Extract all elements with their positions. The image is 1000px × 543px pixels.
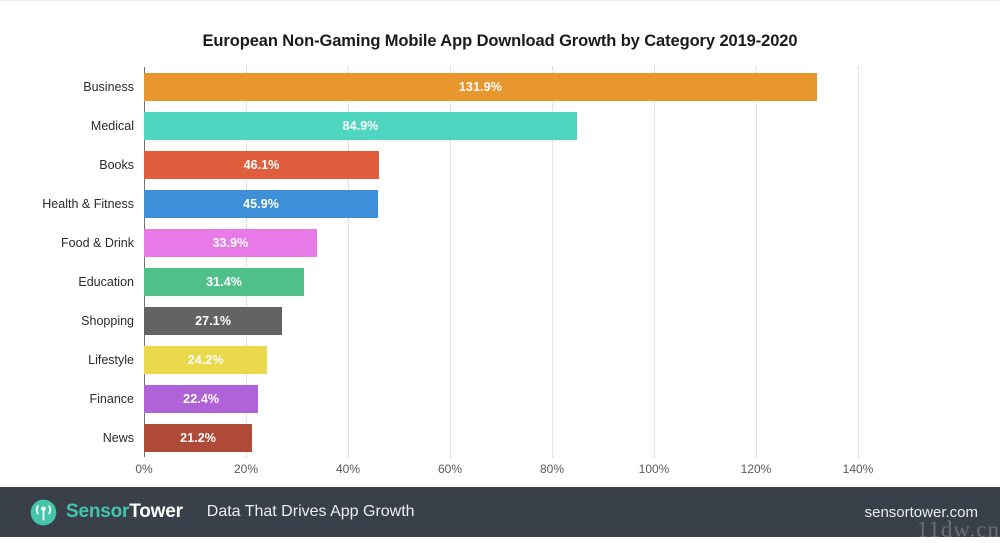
brand-name-first: Sensor: [66, 501, 130, 522]
bar: 27.1%: [144, 306, 283, 335]
category-axis: Business Medical Books Health & Fitness Food…: [0, 67, 134, 457]
bar-row: 45.9%: [144, 189, 858, 218]
bar: 24.2%: [144, 345, 268, 374]
bar: 31.4%: [144, 267, 305, 296]
x-tick-label: 20%: [233, 462, 259, 476]
bar-row: 24.2%: [144, 345, 858, 374]
bar: 33.9%: [144, 228, 317, 257]
bar: 22.4%: [144, 384, 259, 413]
bar-value-label: 21.2%: [180, 430, 217, 445]
chart-title: European Non-Gaming Mobile App Download …: [202, 32, 798, 50]
category-label: News: [102, 430, 134, 445]
watermark: 11dw.cn: [916, 517, 1000, 542]
bar-value-label: 31.4%: [206, 274, 243, 289]
value-axis: 0% 20% 40% 60% 80% 100% 120% 140%: [135, 462, 873, 482]
bar-row: 21.2%: [144, 423, 858, 452]
bar-row: 84.9%: [144, 111, 858, 140]
category-label: Finance: [89, 391, 134, 406]
bar-value-label: 27.1%: [195, 313, 232, 328]
bar-value-label: 84.9%: [342, 118, 379, 133]
category-label: Health & Fitness: [42, 196, 134, 211]
category-label: Business: [83, 79, 134, 94]
bar-row: 31.4%: [144, 267, 858, 296]
category-label: Lifestyle: [88, 352, 134, 367]
bar-value-label: 45.9%: [243, 196, 280, 211]
bar: 21.2%: [144, 423, 253, 452]
chart-card: European Non-Gaming Mobile App Download …: [0, 0, 1000, 487]
plot-area: 131.9% 84.9% 46.1% 45.9% 33.9% 31.4% 27.1% 24.2…: [144, 67, 859, 457]
sensor-tower-broadcast-icon: [30, 499, 57, 525]
x-tick-label: 100%: [638, 462, 670, 476]
x-tick-label: 120%: [740, 462, 772, 476]
gridline-140: [858, 67, 859, 457]
bar-value-label: 22.4%: [183, 391, 220, 406]
category-label: Books: [99, 157, 134, 172]
bar-row: 27.1%: [144, 306, 858, 335]
category-label: Education: [78, 274, 134, 289]
x-tick-label: 80%: [539, 462, 565, 476]
bar-value-label: 131.9%: [458, 79, 502, 94]
bar: 46.1%: [144, 150, 380, 179]
brand-name: SensorTower: [66, 501, 183, 523]
x-tick-label: 60%: [437, 462, 463, 476]
bar-series: 131.9% 84.9% 46.1% 45.9% 33.9% 31.4% 27.1% 24.2…: [144, 67, 858, 457]
brand-lockup: SensorTower: [30, 499, 183, 526]
footer-tagline: Data That Drives App Growth: [206, 503, 415, 520]
bar: 131.9%: [144, 72, 817, 101]
bar-row: 46.1%: [144, 150, 858, 179]
bar-row: 22.4%: [144, 384, 858, 413]
x-tick-label: 0%: [135, 462, 153, 476]
category-label: Food & Drink: [61, 235, 134, 250]
bar-value-label: 24.2%: [187, 352, 224, 367]
bar: 45.9%: [144, 189, 379, 218]
brand-name-second: Tower: [129, 501, 183, 522]
category-label: Shopping: [81, 313, 134, 328]
x-tick-label: 40%: [335, 462, 361, 476]
bar-value-label: 46.1%: [243, 157, 280, 172]
footer-bar: SensorTower Data That Drives App Growth …: [0, 487, 1000, 542]
bar: 84.9%: [144, 111, 577, 140]
bar-value-label: 33.9%: [212, 235, 249, 250]
category-label: Medical: [90, 118, 134, 133]
x-tick-label: 140%: [842, 462, 874, 476]
bar-row: 33.9%: [144, 228, 858, 257]
bar-row: 131.9%: [144, 72, 858, 101]
